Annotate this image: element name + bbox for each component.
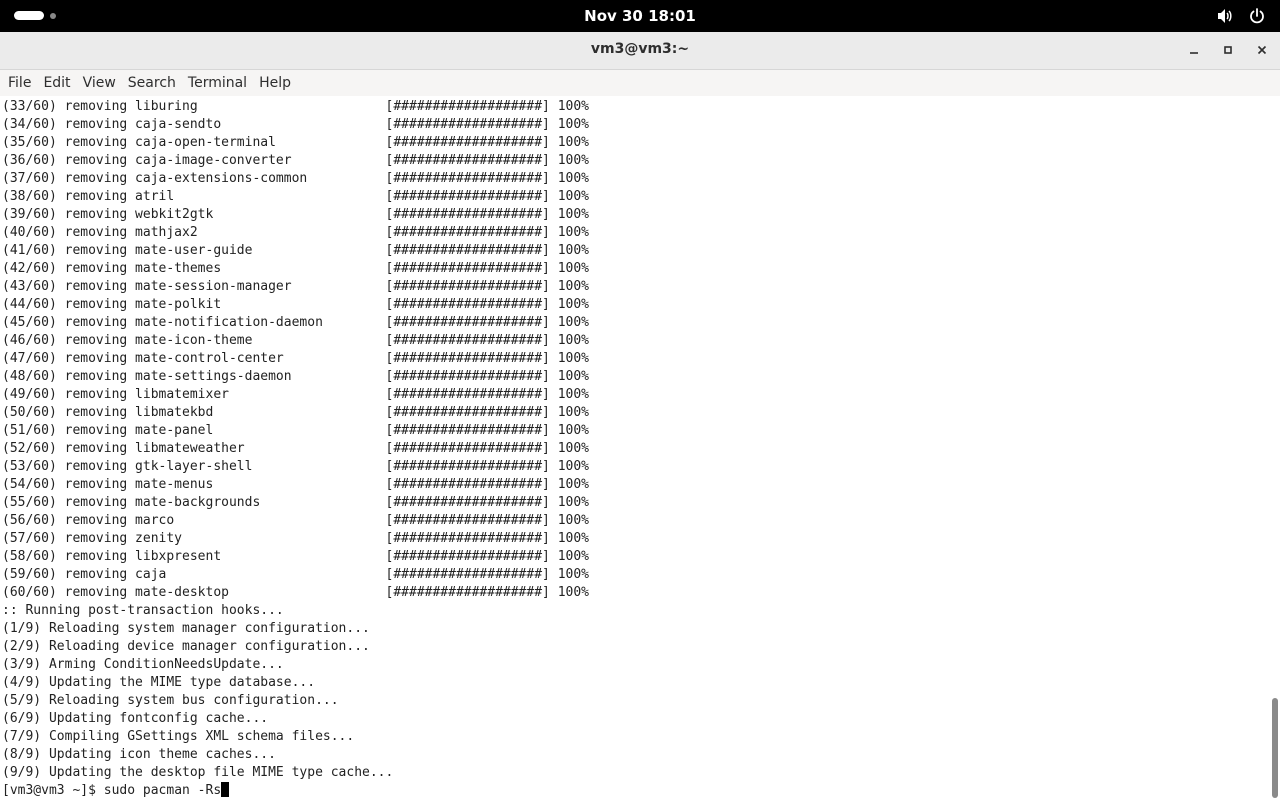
terminal-line: (49/60) removing libmatemixer [#########… <box>2 387 589 402</box>
menu-help[interactable]: Help <box>253 70 297 96</box>
terminal-line: (56/60) removing marco [################… <box>2 513 589 528</box>
terminal-line: (8/9) Updating icon theme caches... <box>2 747 276 762</box>
terminal-line: :: Running post-transaction hooks... <box>2 603 284 618</box>
terminal-line: (50/60) removing libmatekbd [###########… <box>2 405 589 420</box>
terminal-output[interactable]: (33/60) removing liburing [#############… <box>0 96 1280 800</box>
terminal-line: (53/60) removing gtk-layer-shell [######… <box>2 459 589 474</box>
terminal-line: (43/60) removing mate-session-manager [#… <box>2 279 589 294</box>
terminal-line: (48/60) removing mate-settings-daemon [#… <box>2 369 589 384</box>
terminal-line: (35/60) removing caja-open-terminal [###… <box>2 135 589 150</box>
maximize-button[interactable] <box>1216 38 1240 62</box>
terminal-line: (37/60) removing caja-extensions-common … <box>2 171 589 186</box>
terminal-line: (38/60) removing atril [################… <box>2 189 589 204</box>
prompt-line[interactable]: [vm3@vm3 ~]$ sudo pacman -Rs <box>2 782 589 800</box>
terminal-line: (58/60) removing libxpresent [##########… <box>2 549 589 564</box>
top-bar: Nov 30 18:01 <box>0 0 1280 32</box>
terminal-line: (59/60) removing caja [#################… <box>2 567 589 582</box>
terminal-line: (54/60) removing mate-menus [###########… <box>2 477 589 492</box>
terminal-line: (52/60) removing libmateweather [#######… <box>2 441 589 456</box>
terminal-line: (60/60) removing mate-desktop [#########… <box>2 585 589 600</box>
menu-edit[interactable]: Edit <box>37 70 76 96</box>
scrollbar[interactable] <box>1270 96 1278 800</box>
terminal-line: (5/9) Reloading system bus configuration… <box>2 693 339 708</box>
terminal-line: (3/9) Arming ConditionNeedsUpdate... <box>2 657 284 672</box>
terminal-line: (34/60) removing caja-sendto [##########… <box>2 117 589 132</box>
maximize-icon <box>1224 46 1232 54</box>
terminal-line: (36/60) removing caja-image-converter [#… <box>2 153 589 168</box>
terminal-line: (47/60) removing mate-control-center [##… <box>2 351 589 366</box>
text-cursor <box>221 782 230 797</box>
menu-view[interactable]: View <box>77 70 122 96</box>
menu-bar: File Edit View Search Terminal Help <box>0 70 1280 97</box>
window-controls <box>1182 38 1274 62</box>
terminal-line: (45/60) removing mate-notification-daemo… <box>2 315 589 330</box>
minimize-icon <box>1190 52 1198 54</box>
terminal-line: (42/60) removing mate-themes [##########… <box>2 261 589 276</box>
terminal-text: (33/60) removing liburing [#############… <box>2 98 589 800</box>
terminal-line: (1/9) Reloading system manager configura… <box>2 621 370 636</box>
terminal-line: (41/60) removing mate-user-guide [######… <box>2 243 589 258</box>
window-title: vm3@vm3:~ <box>590 41 690 57</box>
terminal-line: (44/60) removing mate-polkit [##########… <box>2 297 589 312</box>
menu-terminal[interactable]: Terminal <box>182 70 253 96</box>
scrollbar-thumb[interactable] <box>1272 698 1278 798</box>
clock[interactable]: Nov 30 18:01 <box>0 7 1280 25</box>
close-icon <box>1257 45 1267 55</box>
terminal-line: (57/60) removing zenity [###############… <box>2 531 589 546</box>
terminal-line: (6/9) Updating fontconfig cache... <box>2 711 269 726</box>
terminal-line: (39/60) removing webkit2gtk [###########… <box>2 207 589 222</box>
shell-prompt: [vm3@vm3 ~]$ <box>2 783 104 798</box>
window-titlebar[interactable]: vm3@vm3:~ <box>0 32 1280 70</box>
command-input[interactable]: sudo pacman -Rs <box>104 783 221 798</box>
terminal-window: vm3@vm3:~ File Edit View Search Terminal… <box>0 32 1280 800</box>
terminal-line: (9/9) Updating the desktop file MIME typ… <box>2 765 394 780</box>
menu-search[interactable]: Search <box>122 70 182 96</box>
minimize-button[interactable] <box>1182 38 1206 62</box>
terminal-line: (46/60) removing mate-icon-theme [######… <box>2 333 589 348</box>
terminal-line: (7/9) Compiling GSettings XML schema fil… <box>2 729 355 744</box>
menu-file[interactable]: File <box>2 70 37 96</box>
terminal-line: (55/60) removing mate-backgrounds [#####… <box>2 495 589 510</box>
terminal-line: (2/9) Reloading device manager configura… <box>2 639 370 654</box>
terminal-line: (51/60) removing mate-panel [###########… <box>2 423 589 438</box>
terminal-line: (40/60) removing mathjax2 [#############… <box>2 225 589 240</box>
terminal-line: (33/60) removing liburing [#############… <box>2 99 589 114</box>
close-button[interactable] <box>1250 38 1274 62</box>
volume-icon[interactable] <box>1216 7 1234 25</box>
power-icon[interactable] <box>1248 7 1266 25</box>
system-tray[interactable] <box>1216 7 1266 25</box>
terminal-line: (4/9) Updating the MIME type database... <box>2 675 316 690</box>
